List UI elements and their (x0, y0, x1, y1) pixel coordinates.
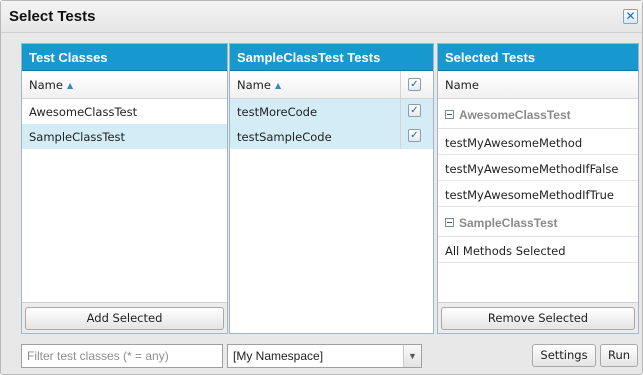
group-label: AwesomeClassTest (459, 108, 571, 122)
test-checkbox[interactable]: ✓ (408, 129, 421, 142)
group-label: SampleClassTest (459, 216, 558, 230)
name-column-label: Name (237, 78, 271, 92)
group-header[interactable]: SampleClassTest (438, 207, 638, 237)
test-class-label: AwesomeClassTest (29, 105, 138, 119)
selected-tests-panel: Selected Tests Name AwesomeClassTest tes… (437, 43, 639, 334)
list-item[interactable]: testSampleCode ✓ (230, 124, 433, 149)
column-divider (400, 71, 401, 98)
selected-test-label: testMyAwesomeMethodIfFalse (445, 162, 619, 176)
dialog-titlebar: Select Tests ✕ (1, 1, 642, 33)
filter-input[interactable]: Filter test classes (* = any) (21, 344, 223, 368)
dialog-title: Select Tests (9, 8, 96, 25)
namespace-select[interactable]: [My Namespace] ▼ (227, 344, 422, 368)
select-all-checkbox[interactable]: ✓ (408, 78, 421, 91)
run-button[interactable]: Run (600, 344, 638, 367)
chevron-down-icon[interactable]: ▼ (403, 345, 421, 367)
test-method-label: testMoreCode (237, 105, 318, 119)
list-item[interactable]: SampleClassTest (22, 124, 227, 149)
bottom-toolbar: Filter test classes (* = any) [My Namesp… (1, 341, 642, 374)
name-column-label: Name (445, 78, 479, 92)
name-column-header[interactable]: Name (438, 71, 638, 99)
settings-button[interactable]: Settings (532, 344, 596, 367)
sort-ascending-icon: ▲ (66, 81, 74, 90)
class-tests-panel: SampleClassTest Tests Name ▲ ✓ testMoreCo… (229, 43, 434, 334)
list-item[interactable]: testMoreCode ✓ (230, 99, 433, 124)
list-item[interactable]: AwesomeClassTest (22, 99, 227, 124)
list-item[interactable]: All Methods Selected (438, 237, 638, 263)
test-method-label: testSampleCode (237, 130, 332, 144)
list-item[interactable]: testMyAwesomeMethodIfFalse (438, 155, 638, 181)
add-selected-button[interactable]: Add Selected (25, 307, 224, 330)
selected-test-label: testMyAwesomeMethod (445, 136, 583, 150)
name-column-label: Name (29, 78, 63, 92)
name-column-header[interactable]: Name ▲ ✓ (230, 71, 433, 99)
remove-selected-button[interactable]: Remove Selected (441, 307, 635, 330)
collapse-icon[interactable] (445, 110, 454, 119)
test-classes-header: Test Classes (22, 44, 227, 71)
test-classes-panel: Test Classes Name ▲ AwesomeClassTest Samp… (21, 43, 228, 334)
namespace-value: [My Namespace] (233, 349, 324, 363)
test-checkbox[interactable]: ✓ (408, 104, 421, 117)
selected-test-label: testMyAwesomeMethodIfTrue (445, 188, 614, 202)
selected-tests-footer: Remove Selected (438, 302, 638, 333)
column-divider (400, 99, 401, 124)
test-classes-footer: Add Selected (22, 302, 227, 333)
close-icon[interactable]: ✕ (623, 9, 638, 24)
group-header[interactable]: AwesomeClassTest (438, 99, 638, 129)
select-tests-dialog: Select Tests ✕ Test Classes Name ▲ Awesom… (0, 0, 643, 375)
test-class-label: SampleClassTest (29, 130, 126, 144)
class-tests-header: SampleClassTest Tests (230, 44, 433, 71)
selected-tests-header: Selected Tests (438, 44, 638, 71)
list-item[interactable]: testMyAwesomeMethodIfTrue (438, 181, 638, 207)
list-item[interactable]: testMyAwesomeMethod (438, 129, 638, 155)
collapse-icon[interactable] (445, 218, 454, 227)
selected-test-label: All Methods Selected (445, 244, 566, 258)
column-divider (400, 124, 401, 149)
name-column-header[interactable]: Name ▲ (22, 71, 227, 99)
sort-ascending-icon: ▲ (274, 81, 282, 90)
